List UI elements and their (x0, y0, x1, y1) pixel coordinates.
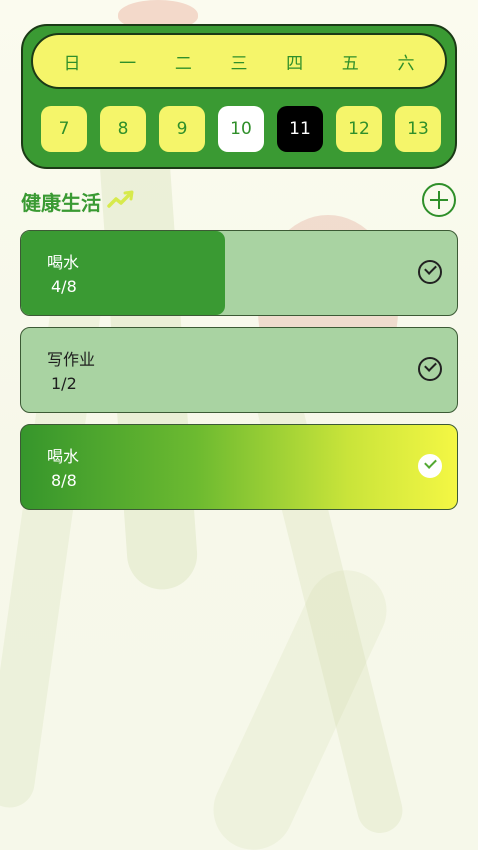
date-cell-selected[interactable]: 11 (277, 106, 323, 152)
date-cell[interactable]: 13 (395, 106, 441, 152)
habit-name: 写作业 (47, 350, 96, 369)
habit-card-completed[interactable]: 喝水 8/8 (20, 424, 458, 510)
habit-text: 喝水 4/8 (47, 251, 79, 299)
habit-text: 写作业 1/2 (47, 348, 95, 396)
habit-count: 4/8 (51, 277, 77, 296)
weekday-header: 日 一 二 三 四 五 六 (31, 33, 447, 89)
check-circle-icon[interactable] (418, 260, 442, 284)
week-calendar: 日 一 二 三 四 五 六 7 8 9 10 11 12 13 (21, 24, 457, 169)
weekday-label: 二 (174, 53, 192, 74)
check-circle-icon[interactable] (418, 357, 442, 381)
add-habit-button[interactable] (422, 183, 456, 217)
date-row: 7 8 9 10 11 12 13 (41, 106, 441, 154)
weekday-label: 五 (341, 53, 359, 74)
date-cell-today[interactable]: 10 (218, 106, 264, 152)
weekday-label: 一 (119, 53, 137, 74)
weekday-label: 四 (286, 53, 304, 74)
habit-name: 喝水 (47, 253, 80, 272)
habit-card[interactable]: 喝水 4/8 (20, 230, 458, 316)
section-title: 健康生活 (21, 190, 101, 215)
habit-count: 8/8 (51, 471, 77, 490)
date-cell[interactable]: 9 (159, 106, 205, 152)
date-cell[interactable]: 12 (336, 106, 382, 152)
trend-up-icon (107, 189, 135, 214)
weekday-label: 六 (397, 53, 415, 74)
section-header: 健康生活 (21, 186, 135, 216)
habit-text: 喝水 8/8 (47, 445, 79, 493)
date-cell[interactable]: 7 (41, 106, 87, 152)
habit-card[interactable]: 写作业 1/2 (20, 327, 458, 413)
habit-name: 喝水 (47, 447, 80, 466)
weekday-label: 日 (63, 53, 81, 74)
weekday-label: 三 (230, 53, 248, 74)
date-cell[interactable]: 8 (100, 106, 146, 152)
habit-count: 1/2 (51, 374, 77, 393)
check-circle-filled-icon[interactable] (418, 454, 442, 478)
